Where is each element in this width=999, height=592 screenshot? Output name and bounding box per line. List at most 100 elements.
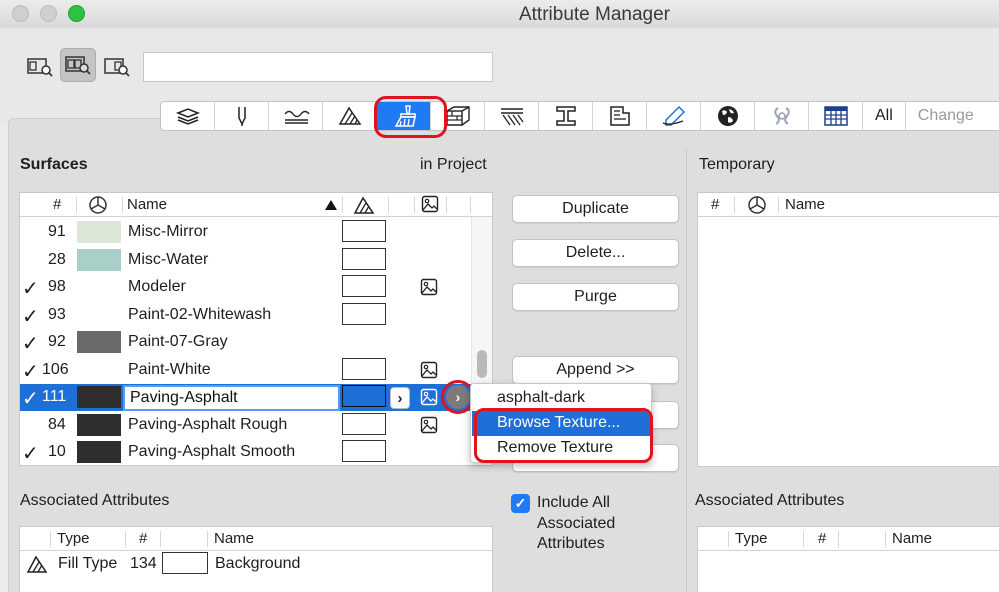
pen-box[interactable] — [342, 440, 386, 462]
type-column-header[interactable]: Type — [57, 530, 90, 547]
surfaces-brush-icon[interactable] — [377, 102, 431, 130]
layers-icon[interactable] — [161, 102, 215, 130]
associated-attributes-table-right: Type # Name — [697, 526, 999, 592]
table-row[interactable]: 91 Misc-Mirror — [20, 219, 492, 246]
profile-icon[interactable] — [539, 102, 593, 130]
pen-box[interactable] — [342, 247, 386, 270]
check-mark-icon[interactable]: ✓ — [22, 441, 39, 465]
texture-submenu-button[interactable]: › — [446, 385, 470, 409]
table-row[interactable]: ✓ 106 Paint-White — [20, 357, 492, 384]
table-row[interactable]: ✓ 93 Paint-02-Whitewash — [20, 302, 492, 329]
check-mark-icon[interactable]: ✓ — [22, 331, 39, 356]
right-type-column-header[interactable]: Type — [735, 530, 768, 547]
line-type-icon[interactable] — [269, 102, 323, 130]
row-number: 93 — [48, 305, 66, 323]
include-all-checkbox[interactable]: ✓ — [511, 494, 530, 513]
row-name-edit[interactable]: Paving-Asphalt — [123, 385, 340, 411]
row-name: Modeler — [128, 278, 186, 295]
scrollbar-thumb[interactable] — [477, 350, 487, 378]
row-name: Paving-Asphalt Smooth — [128, 443, 296, 460]
title-bar: Attribute Manager — [0, 0, 999, 28]
view-both-icon[interactable] — [60, 48, 96, 82]
color-swatch — [77, 331, 121, 353]
row-number: 28 — [48, 250, 66, 268]
surfaces-table-header: # Name — [20, 193, 492, 219]
associated-table-header: Type # Name — [20, 527, 492, 551]
associated-attributes-table: Type # Name Fill Type 134 Background — [19, 526, 493, 592]
texture-icon[interactable] — [420, 278, 438, 301]
assoc-swatch — [162, 552, 208, 574]
texture-icon[interactable] — [420, 388, 438, 411]
change-button[interactable]: Change — [906, 102, 986, 130]
associated-table-header-right: Type # Name — [698, 527, 999, 551]
color-swatch — [77, 221, 121, 243]
pen-box[interactable] — [342, 275, 386, 297]
assoc-number-column-header[interactable]: # — [139, 530, 147, 547]
name-column-header[interactable]: Name — [127, 196, 167, 213]
pen-icon[interactable] — [215, 102, 269, 130]
pen-box[interactable] — [342, 302, 386, 325]
all-attributes-button[interactable]: All — [863, 102, 906, 130]
menu-item-browse-texture[interactable]: Browse Texture... — [472, 411, 650, 436]
color-column-icon[interactable] — [88, 195, 108, 219]
fill-column-icon[interactable] — [353, 195, 375, 219]
texture-context-menu: asphalt-dark Browse Texture... Remove Te… — [470, 383, 652, 463]
pen-box[interactable] — [342, 412, 386, 435]
search-input[interactable] — [143, 52, 493, 82]
table-row[interactable]: ✓ 92 Paint-07-Gray — [20, 329, 492, 356]
row-name: Misc-Water — [128, 250, 209, 268]
duplicate-button[interactable]: Duplicate — [512, 195, 679, 223]
table-grid-icon[interactable] — [809, 102, 863, 130]
temporary-heading: Temporary — [699, 156, 775, 173]
pen-box[interactable] — [342, 385, 386, 407]
table-row[interactable]: ✓ 98 Modeler — [20, 274, 492, 301]
composite-icon[interactable] — [431, 102, 485, 130]
texture-icon[interactable] — [420, 361, 438, 384]
append-button[interactable]: Append >> — [512, 356, 679, 384]
view-right-icon[interactable] — [99, 50, 135, 84]
check-mark-icon[interactable]: ✓ — [22, 304, 39, 329]
building-material-icon[interactable] — [485, 102, 539, 130]
associated-attributes-heading-right: Associated Attributes — [695, 492, 845, 509]
row-name: Misc-Mirror — [128, 223, 208, 240]
row-number: 10 — [48, 443, 66, 460]
assoc-name-column-header[interactable]: Name — [214, 530, 254, 547]
associated-row[interactable]: Fill Type 134 Background — [20, 551, 492, 577]
markup-style-icon[interactable] — [647, 102, 701, 130]
assoc-name-cell: Background — [215, 555, 301, 572]
temp-name-column-header[interactable]: Name — [785, 196, 825, 213]
right-name-column-header[interactable]: Name — [892, 530, 932, 547]
check-mark-icon[interactable]: ✓ — [22, 359, 39, 384]
zone-category-icon[interactable] — [593, 102, 647, 130]
table-row[interactable]: 28 Misc-Water — [20, 247, 492, 274]
texture-column-icon[interactable] — [421, 195, 439, 217]
purge-button[interactable]: Purge — [512, 283, 679, 311]
right-number-column-header[interactable]: # — [818, 530, 826, 547]
window-title: Attribute Manager — [518, 4, 671, 25]
texture-icon[interactable] — [420, 416, 438, 439]
menu-item-asphalt-dark[interactable]: asphalt-dark — [472, 386, 650, 411]
globe-icon[interactable] — [701, 102, 755, 130]
row-name: Paint-07-Gray — [128, 333, 228, 350]
fill-type-icon[interactable] — [323, 102, 377, 130]
menu-item-remove-texture[interactable]: Remove Texture — [472, 436, 650, 461]
temp-number-column-header[interactable]: # — [711, 196, 719, 213]
sort-ascending-icon[interactable] — [324, 198, 338, 215]
include-all-label: Include All Associated Attributes — [537, 494, 616, 552]
temp-color-column-icon[interactable] — [747, 195, 767, 219]
row-number: 106 — [42, 360, 69, 378]
check-mark-icon[interactable]: ✓ — [22, 386, 39, 411]
check-mark-icon[interactable]: ✓ — [22, 276, 39, 301]
pen-box[interactable] — [342, 357, 386, 380]
table-row[interactable]: ✓ 10 Paving-Asphalt Smooth — [20, 439, 492, 465]
pen-box[interactable] — [342, 220, 386, 242]
mep-system-icon[interactable] — [755, 102, 809, 130]
table-row[interactable]: ✓ 111 Paving-Asphalt › — [20, 384, 492, 411]
row-number: 92 — [48, 333, 66, 350]
color-swatch — [77, 386, 121, 408]
table-row[interactable]: 84 Paving-Asphalt Rough — [20, 412, 492, 439]
chevron-right-icon[interactable]: › — [390, 387, 410, 409]
view-left-icon[interactable] — [22, 50, 58, 84]
delete-button[interactable]: Delete... — [512, 239, 679, 267]
number-column-header[interactable]: # — [53, 196, 61, 213]
